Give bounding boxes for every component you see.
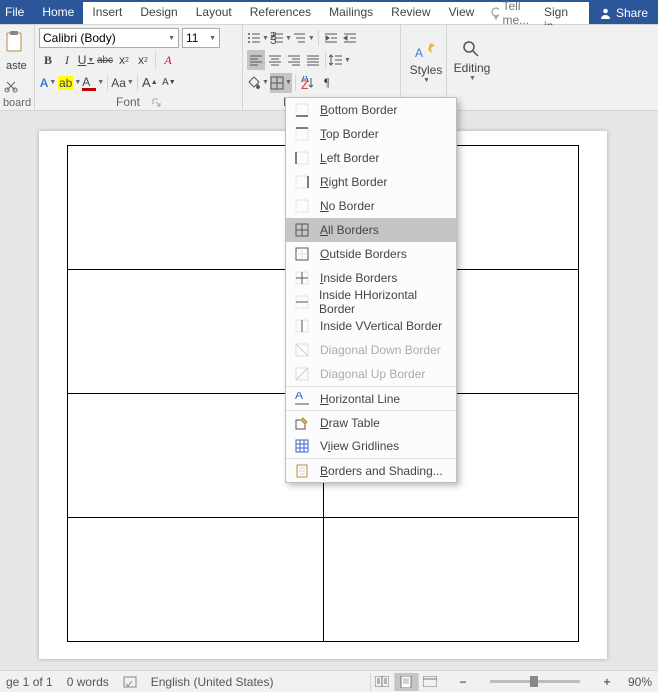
- group-clipboard-label: board: [4, 96, 30, 110]
- align-right-button[interactable]: [285, 50, 303, 70]
- read-mode-button[interactable]: [370, 673, 394, 691]
- sign-in[interactable]: Sign in: [534, 2, 589, 24]
- zoom-level[interactable]: 90%: [628, 675, 652, 689]
- multilevel-button[interactable]: ▼: [293, 28, 315, 48]
- status-words[interactable]: 0 words: [67, 675, 109, 689]
- highlight-button[interactable]: ab▼: [58, 73, 81, 93]
- menu-top-border[interactable]: Top Border: [286, 122, 456, 146]
- tell-me[interactable]: Tell me...: [483, 2, 534, 24]
- tab-design[interactable]: Design: [131, 2, 186, 24]
- tab-insert[interactable]: Insert: [83, 2, 131, 24]
- share-icon: [599, 7, 612, 20]
- menu-outside-borders[interactable]: Outside Borders: [286, 242, 456, 266]
- tab-file[interactable]: File: [0, 2, 33, 24]
- tab-references[interactable]: References: [241, 2, 320, 24]
- strikethrough-button[interactable]: abc: [96, 50, 114, 70]
- menu-no-border[interactable]: No Border: [286, 194, 456, 218]
- text-effects-button[interactable]: A▼: [39, 73, 57, 93]
- menu-inside-vertical[interactable]: Inside VVertical Border: [286, 314, 456, 338]
- menu-inside-borders[interactable]: Inside Borders: [286, 266, 456, 290]
- web-layout-button[interactable]: [418, 673, 442, 691]
- tab-home[interactable]: Home: [33, 2, 83, 24]
- justify-button[interactable]: [304, 50, 322, 70]
- show-marks-button[interactable]: ¶: [318, 73, 336, 93]
- numbering-button[interactable]: 123▼: [270, 28, 292, 48]
- status-page[interactable]: ge 1 of 1: [6, 675, 53, 689]
- decrease-indent-button[interactable]: [322, 28, 340, 48]
- underline-button[interactable]: U▼: [77, 50, 95, 70]
- menu-right-border[interactable]: Right Border: [286, 170, 456, 194]
- find-icon: [461, 39, 483, 61]
- svg-text:A: A: [415, 46, 423, 60]
- superscript-button[interactable]: x2: [134, 50, 152, 70]
- sort-button[interactable]: AZ: [299, 73, 317, 93]
- menu-diagonal-up: Diagonal Up Border: [286, 362, 456, 386]
- menu-view-gridlines[interactable]: Viiew Gridlines: [286, 434, 456, 458]
- tab-review[interactable]: Review: [382, 2, 439, 24]
- svg-text:Z: Z: [301, 78, 308, 89]
- svg-text:A: A: [295, 392, 303, 402]
- spellcheck-icon[interactable]: [123, 675, 137, 689]
- styles-icon: A: [413, 37, 439, 63]
- line-spacing-button[interactable]: ▼: [329, 50, 351, 70]
- tab-mailings[interactable]: Mailings: [320, 2, 382, 24]
- group-font-label: Font: [116, 95, 140, 109]
- paste-button[interactable]: aste: [4, 60, 30, 72]
- change-case-button[interactable]: Aa▼: [111, 73, 134, 93]
- italic-button[interactable]: I: [58, 50, 76, 70]
- dialog-launcher-icon[interactable]: [152, 98, 161, 107]
- clear-formatting-button[interactable]: A: [159, 50, 177, 70]
- editing-button[interactable]: Editing▼: [451, 27, 493, 93]
- menu-all-borders[interactable]: All Borders: [286, 218, 456, 242]
- menu-inside-horizontal[interactable]: Inside HHorizontal Border: [286, 290, 456, 314]
- font-name-combo[interactable]: Calibri (Body)▼: [39, 28, 179, 48]
- tab-layout[interactable]: Layout: [187, 2, 241, 24]
- font-color-button[interactable]: A▼: [82, 73, 104, 93]
- share-button[interactable]: Share: [589, 2, 658, 24]
- borders-button[interactable]: ▼: [270, 73, 292, 93]
- shrink-font-button[interactable]: A▼: [160, 73, 178, 93]
- zoom-slider[interactable]: [490, 680, 580, 683]
- tab-view[interactable]: View: [440, 2, 484, 24]
- scissors-icon[interactable]: [4, 79, 18, 93]
- borders-menu: Bottom Border Top Border Left Border Rig…: [285, 97, 457, 483]
- menu-borders-shading[interactable]: Borders and Shading...: [286, 458, 456, 482]
- status-language[interactable]: English (United States): [151, 675, 274, 689]
- grow-font-button[interactable]: A▲: [141, 73, 159, 93]
- align-left-button[interactable]: [247, 50, 265, 70]
- font-size-combo[interactable]: 11▼: [182, 28, 220, 48]
- menu-left-border[interactable]: Left Border: [286, 146, 456, 170]
- align-center-button[interactable]: [266, 50, 284, 70]
- subscript-button[interactable]: x2: [115, 50, 133, 70]
- menu-diagonal-down: Diagonal Down Border: [286, 338, 456, 362]
- menu-horizontal-line[interactable]: AHorizontal Line: [286, 386, 456, 410]
- print-layout-button[interactable]: [394, 673, 418, 691]
- increase-indent-button[interactable]: [341, 28, 359, 48]
- bullets-button[interactable]: ▼: [247, 28, 269, 48]
- paste-icon[interactable]: [4, 30, 26, 54]
- ribbon-tabs: File Home Insert Design Layout Reference…: [0, 2, 658, 25]
- menu-draw-table[interactable]: Draw Table: [286, 410, 456, 434]
- lightbulb-icon: [489, 6, 498, 20]
- status-bar: ge 1 of 1 0 words English (United States…: [0, 670, 658, 692]
- menu-bottom-border[interactable]: Bottom Border: [286, 98, 456, 122]
- zoom-in-button[interactable]: +: [600, 675, 614, 689]
- styles-button[interactable]: A Styles▼: [405, 27, 447, 93]
- shading-button[interactable]: ▼: [247, 73, 269, 93]
- bold-button[interactable]: B: [39, 50, 57, 70]
- zoom-out-button[interactable]: −: [456, 675, 470, 689]
